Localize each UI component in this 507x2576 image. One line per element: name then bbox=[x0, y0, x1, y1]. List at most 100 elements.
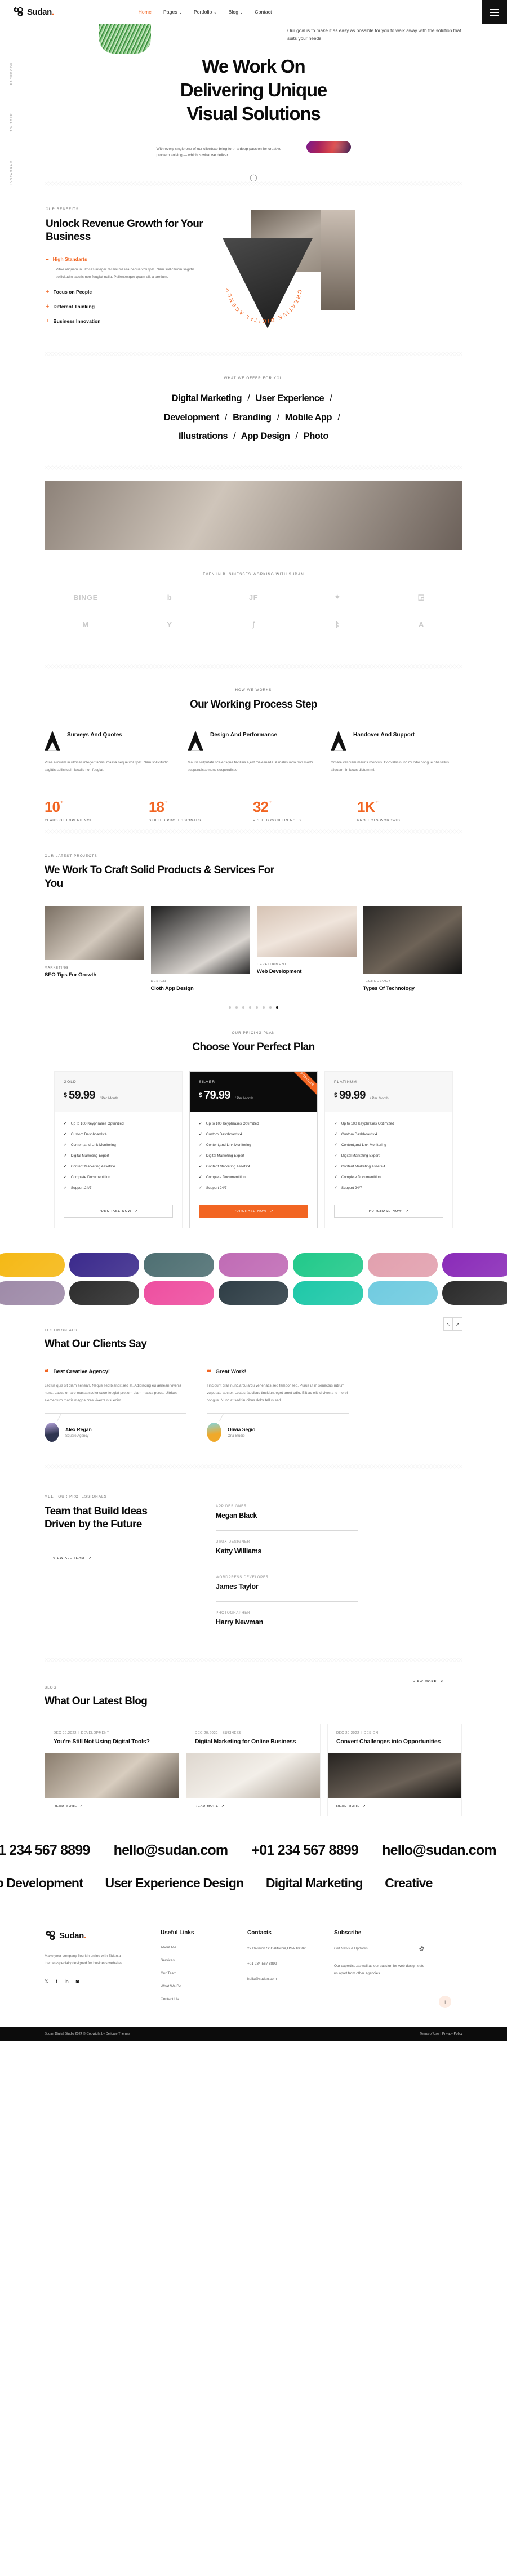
offer-item-photo[interactable]: Photo bbox=[304, 431, 329, 441]
blog-card[interactable]: Dec 20,2022 | Business Digital Marketing f… bbox=[186, 1724, 321, 1817]
purchase-button-silver[interactable]: Purchase Now ↗ bbox=[199, 1205, 308, 1218]
team-member-row[interactable]: Photographer Harry Newman bbox=[216, 1601, 358, 1637]
brand-logo: Y bbox=[167, 620, 172, 629]
offer-item-user-experience[interactable]: User Experience bbox=[255, 393, 324, 403]
offer-item-digital-marketing[interactable]: Digital Marketing bbox=[172, 393, 242, 403]
view-all-team-button[interactable]: View All Team ↗ bbox=[45, 1551, 101, 1565]
offer-item-illustrations[interactable]: Illustrations bbox=[179, 431, 228, 441]
facebook-icon[interactable]: f bbox=[56, 1979, 57, 1985]
benefit-accordion-different-thinking[interactable]: + Different Thinking bbox=[46, 303, 208, 310]
benefit-accordion-open[interactable]: – High Standarts bbox=[46, 256, 208, 263]
gallery-tile[interactable] bbox=[293, 1281, 363, 1305]
footer-email[interactable]: hello@sudan.com bbox=[247, 1976, 310, 1983]
arrow-up-right-icon: ↗ bbox=[405, 1209, 409, 1213]
check-icon: ✓ bbox=[64, 1143, 67, 1148]
project-card[interactable]: Marketing SEO Tips For Growth bbox=[45, 906, 144, 978]
testimonial-body: Tincidunt cras nunc,arcu arcu venenatis,… bbox=[207, 1383, 348, 1402]
footer-logo[interactable]: Sudan. bbox=[45, 1930, 146, 1942]
project-card[interactable]: Development Web Development bbox=[257, 906, 357, 975]
footer-link-contact-us[interactable]: Contact Us bbox=[161, 1997, 233, 2001]
project-card[interactable]: Technology Types Of Technology bbox=[363, 906, 462, 992]
marquee-phone[interactable]: +01 234 567 8899 bbox=[251, 1842, 358, 1858]
subscribe-input[interactable] bbox=[334, 1946, 402, 1951]
gallery-tile[interactable] bbox=[144, 1253, 214, 1277]
read-more-link[interactable]: Read More ↗ bbox=[45, 1798, 179, 1816]
blog-card[interactable]: Dec 20,2022 | Design Convert Challenges in… bbox=[327, 1724, 462, 1817]
gallery-tile[interactable] bbox=[69, 1281, 140, 1305]
offer-item-branding[interactable]: Branding bbox=[233, 412, 272, 423]
marquee-service[interactable]: Creative bbox=[385, 1876, 433, 1890]
blog-card[interactable]: Dec 20,2022 | Development You’re Still Not… bbox=[45, 1724, 179, 1817]
logo[interactable]: Sudan. bbox=[0, 6, 54, 18]
benefits-image-portrait bbox=[321, 210, 355, 310]
marquee-service[interactable]: User Experience Design bbox=[105, 1876, 244, 1890]
footer-phone[interactable]: +01 234 567 8899 bbox=[247, 1961, 310, 1967]
chevron-down-icon: ⌄ bbox=[179, 11, 182, 15]
footer-useful-links-heading: Useful Links bbox=[161, 1930, 194, 1937]
gallery-tile[interactable] bbox=[367, 1253, 438, 1277]
twitter-icon[interactable]: 𝕏 bbox=[45, 1979, 48, 1985]
email-icon[interactable]: @ bbox=[419, 1946, 424, 1951]
testimonial-headline: Best Creative Agency! bbox=[53, 1369, 110, 1375]
divider bbox=[207, 1413, 349, 1414]
nav-item-pages[interactable]: Pages ⌄ bbox=[163, 9, 182, 15]
team-member-row[interactable]: App Designer Megan Black bbox=[216, 1494, 358, 1530]
plan-feature: ✓ Support 24/7 bbox=[199, 1185, 227, 1191]
team-member-row[interactable]: UI/UX Designer Katty Williams bbox=[216, 1530, 358, 1566]
plan-feature: ✓ Up to 100 Keyphrases Optimized bbox=[334, 1121, 394, 1126]
plan-feature: ✓ Support 24/7 bbox=[64, 1185, 92, 1191]
nav-item-blog[interactable]: Blog ⌄ bbox=[229, 9, 243, 15]
footer-link-about-me[interactable]: About Me bbox=[161, 1946, 233, 1949]
marquee-email[interactable]: hello@sudan.com bbox=[382, 1842, 496, 1858]
hero-cta-button[interactable] bbox=[306, 140, 351, 153]
footer-link-our-team[interactable]: Our Team bbox=[161, 1971, 233, 1975]
benefit-accordion-business-innovation[interactable]: + Business Innovation bbox=[46, 318, 208, 325]
nav-item-contact[interactable]: Contact bbox=[255, 9, 272, 15]
project-card[interactable]: Design Cloth App Design bbox=[150, 906, 250, 992]
team-member-row[interactable]: Wordpress Developer James Taylor bbox=[216, 1565, 358, 1601]
offer-item-mobile-app[interactable]: Mobile App bbox=[285, 412, 332, 423]
check-icon: ✓ bbox=[64, 1165, 67, 1169]
gallery-tile[interactable] bbox=[0, 1253, 65, 1277]
testimonial-prev-button[interactable]: ↖ bbox=[443, 1317, 453, 1331]
privacy-policy-link[interactable]: Privacy Policy bbox=[442, 2032, 462, 2036]
marquee-email[interactable]: hello@sudan.com bbox=[114, 1842, 228, 1858]
instagram-icon[interactable]: ◙ bbox=[76, 1979, 79, 1985]
nav-item-portfolio[interactable]: Portfolio ⌄ bbox=[194, 9, 217, 15]
avatar bbox=[207, 1422, 221, 1442]
stat-label: Skilled Professionals bbox=[149, 819, 201, 823]
terms-of-use-link[interactable]: Terms of Use bbox=[420, 2032, 439, 2036]
marquee-phone[interactable]: +01 234 567 8899 bbox=[0, 1842, 90, 1858]
footer-link-what-we-do[interactable]: What We Do bbox=[161, 1984, 233, 1988]
gallery-tile[interactable] bbox=[218, 1253, 289, 1277]
marquee-service[interactable]: Web Development bbox=[0, 1876, 83, 1890]
check-icon: ✓ bbox=[64, 1175, 67, 1180]
view-more-button[interactable]: View More ↗ bbox=[394, 1674, 462, 1689]
marquee-service[interactable]: Digital Marketing bbox=[266, 1876, 363, 1890]
offer-item-development[interactable]: Development bbox=[164, 412, 220, 423]
read-more-link[interactable]: Read More ↗ bbox=[328, 1798, 461, 1816]
testimonial-next-button[interactable]: ↗ bbox=[453, 1317, 462, 1331]
plan-feature: ✓ Content Marketing Assets:4 bbox=[64, 1164, 115, 1169]
check-icon: ✓ bbox=[334, 1165, 337, 1169]
footer-link-services[interactable]: Services bbox=[161, 1958, 233, 1962]
hamburger-menu-button[interactable] bbox=[482, 0, 507, 24]
scroll-indicator-icon[interactable]: ◯ bbox=[0, 174, 507, 181]
gallery-tile[interactable] bbox=[442, 1281, 507, 1305]
gallery-tile[interactable] bbox=[69, 1253, 140, 1277]
linkedin-icon[interactable]: in bbox=[65, 1979, 69, 1985]
offer-item-app-design[interactable]: App Design bbox=[241, 431, 290, 441]
gallery-tile[interactable] bbox=[367, 1281, 438, 1305]
nav-item-home[interactable]: Home bbox=[139, 9, 152, 15]
gallery-tile[interactable] bbox=[0, 1281, 65, 1305]
read-more-link[interactable]: Read More ↗ bbox=[186, 1798, 320, 1816]
benefit-accordion-focus-on-people[interactable]: + Focus on People bbox=[46, 288, 208, 295]
currency-symbol: $ bbox=[64, 1092, 68, 1099]
stat-label: Visited Conferences bbox=[253, 819, 301, 823]
purchase-button-gold[interactable]: Purchase Now ↗ bbox=[64, 1205, 173, 1218]
gallery-tile[interactable] bbox=[293, 1253, 363, 1277]
gallery-tile[interactable] bbox=[442, 1253, 507, 1277]
gallery-tile[interactable] bbox=[218, 1281, 289, 1305]
gallery-tile[interactable] bbox=[144, 1281, 214, 1305]
purchase-button-platinum[interactable]: Purchase Now ↗ bbox=[334, 1205, 443, 1218]
